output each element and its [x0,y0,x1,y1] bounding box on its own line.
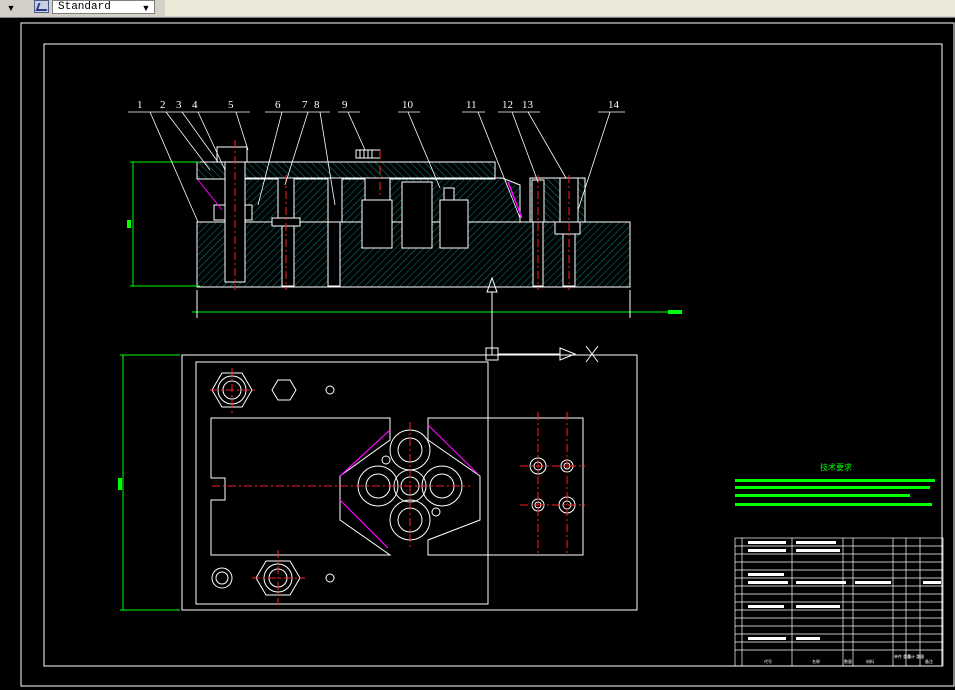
part-label: 7 [302,99,308,111]
part-label: 1 [137,99,143,111]
part-label: 11 [466,99,477,111]
part-label: 6 [275,99,281,111]
toolbar-empty-area [165,0,955,16]
text-style-value: Standard [58,1,111,13]
part-label: 12 [502,99,513,111]
top-plan-view [118,354,638,611]
front-section-view [127,140,682,318]
chevron-down-icon[interactable]: ▼ [139,1,153,15]
table-header: 备注 [925,658,933,664]
part-label: 5 [228,99,234,111]
text-style-icon[interactable] [34,0,49,13]
part-label: 14 [608,99,620,111]
chevron-down-icon[interactable]: ▼ [4,1,18,15]
part-label: 4 [192,99,198,111]
part-label: 3 [176,99,182,111]
part-label: 13 [522,99,534,111]
table-header: 材料 [866,658,874,664]
drawing-canvas[interactable]: 1 2 3 4 5 6 7 8 9 10 11 12 13 14 技术要求 代号… [0,17,955,690]
tech-title: 技术要求 [820,462,852,472]
part-label: 9 [342,99,348,111]
parts-list-table [734,537,944,667]
ucs-icon [485,276,599,363]
table-header: 数量 [844,658,852,664]
part-label: 2 [160,99,166,111]
table-header: 代号 [764,658,772,664]
table-header: 总计 重量 [907,653,924,659]
technical-requirements: 技术要求 [735,462,935,506]
part-label: 10 [402,99,414,111]
table-header: 名称 [812,658,820,664]
toolbar: ▼ Standard ▼ [0,0,955,18]
part-label: 8 [314,99,320,111]
